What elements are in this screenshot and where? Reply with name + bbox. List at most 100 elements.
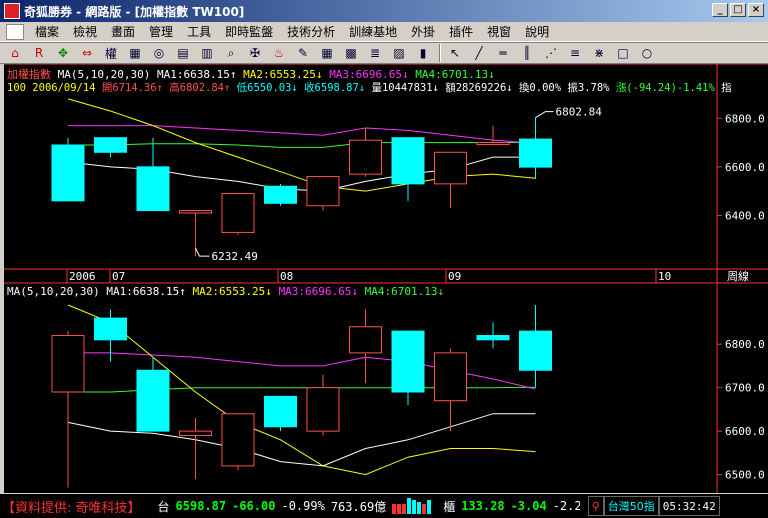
clock-time: 05:32:42 — [658, 496, 720, 516]
top-y-tick-label: 6600.0 — [725, 161, 765, 174]
chart-area[interactable]: 6800.0 6600.0 6400.0 6800.0 6700.0 6600.0 6500… — [4, 63, 768, 493]
status-bar: 【資料提供: 奇唯科技】 台 6598.87 -66.00 -0.99% 763… — [0, 494, 768, 518]
top-candle-body — [519, 138, 552, 168]
ma2-value: MA2:6553.25↓ — [192, 285, 272, 298]
list-icon[interactable]: ≣ — [364, 44, 386, 62]
menu-item-0[interactable]: 檔案 — [28, 23, 66, 40]
document-icon[interactable] — [6, 23, 24, 40]
bottom-y-tick-label: 6500.0 — [725, 469, 765, 482]
quote-period: 100 — [7, 82, 26, 94]
bottom-candle-body — [519, 330, 552, 371]
pen-icon[interactable]: ✎ — [292, 44, 314, 62]
minimize-button[interactable]: _ — [712, 3, 728, 17]
menu-item-4[interactable]: 工具 — [180, 23, 218, 40]
cards-icon[interactable]: ▥ — [196, 44, 218, 62]
tw50-label[interactable]: 台灣50指 — [603, 496, 659, 516]
top-y-tick-label: 6800.0 — [725, 112, 765, 125]
quote-header: 100 2006/09/14 開6714.36↑ 高6802.84↑ 低6550… — [7, 80, 732, 95]
bottom-candle-body — [51, 334, 85, 393]
quote-date: 2006/09/14 — [32, 82, 96, 94]
home-icon[interactable]: ⌂ — [4, 44, 26, 62]
alarm-icon[interactable]: ♨ — [268, 44, 290, 62]
trend-line-icon[interactable]: ╱ — [468, 44, 490, 62]
title-bar: 奇狐勝券 - 網路版 - [加權指數 TW100] _ □ × — [0, 0, 768, 22]
tools-icon[interactable]: ✠ — [244, 44, 266, 62]
binoculars-icon[interactable]: ◎ — [148, 44, 170, 62]
menu-item-11[interactable]: 說明 — [518, 23, 556, 40]
data-provider-label: 【資料提供: 奇唯科技】 — [2, 500, 141, 516]
tai-pct: -0.99% — [281, 499, 325, 513]
v-lines-icon[interactable]: ║ — [516, 44, 538, 62]
weight-icon[interactable]: 權 — [100, 44, 122, 62]
bottom-candle-body — [434, 352, 467, 402]
menu-item-5[interactable]: 即時監盤 — [218, 23, 280, 40]
menu-item-6[interactable]: 技術分析 — [280, 23, 342, 40]
window-title: 奇狐勝券 - 網路版 - [加權指數 TW100] — [24, 4, 245, 19]
bottom-indicator-header: MA(5,10,20,30) MA1:6638.15↑ MA2:6553.25↓… — [7, 285, 444, 298]
pattern-icon[interactable]: ▦ — [124, 44, 146, 62]
rsi-icon[interactable]: R — [28, 44, 50, 62]
menu-item-10[interactable]: 視窗 — [480, 23, 518, 40]
gann-icon[interactable]: ⋇ — [588, 44, 610, 62]
table-icon[interactable]: ▦ — [316, 44, 338, 62]
menu-item-8[interactable]: 外掛 — [404, 23, 442, 40]
bottom-candle-body — [306, 387, 340, 432]
quote-close: 收6598.87↓ — [304, 82, 366, 94]
quote-change: 漲(-94.24)-1.41% — [615, 82, 715, 94]
menu-item-7[interactable]: 訓練基地 — [342, 23, 404, 40]
toolbar-separator — [439, 44, 441, 62]
ma3-value: MA3:6696.65↓ — [278, 285, 359, 298]
low-label-leader — [195, 247, 210, 257]
pointer-icon[interactable]: ↖ — [444, 44, 466, 62]
bars-icon[interactable]: ▮ — [412, 44, 434, 62]
tai-change: -66.00 — [232, 499, 276, 513]
quote-low: 低6550.03↓ — [236, 82, 298, 94]
quote-high: 高6802.84↑ — [169, 82, 231, 94]
period-label: 周線 — [727, 269, 749, 283]
quote-amount: 額28269226↓ — [445, 82, 513, 94]
top-y-tick-label: 6400.0 — [725, 209, 765, 222]
bottom-y-tick-label: 6600.0 — [725, 425, 765, 438]
arrows-icon[interactable]: ⇔ — [76, 44, 98, 62]
network-icon: ⚲ — [587, 496, 604, 516]
quote-volume: 量10447831↓ — [371, 82, 439, 94]
top-candle-body — [434, 151, 467, 185]
menu-item-2[interactable]: 畫面 — [104, 23, 142, 40]
close-button[interactable]: × — [748, 3, 764, 17]
high-label-leader — [535, 111, 554, 119]
menu-item-1[interactable]: 檢視 — [66, 23, 104, 40]
chart-icon[interactable]: ▨ — [388, 44, 410, 62]
otc-label: 櫃 — [443, 499, 456, 514]
move-icon[interactable]: ✥ — [52, 44, 74, 62]
candlestick-chart[interactable]: 6800.0 6600.0 6400.0 6800.0 6700.0 6600.0 6500… — [4, 63, 768, 493]
rect-icon[interactable]: □ — [612, 44, 634, 62]
fan-icon[interactable]: ⋰ — [540, 44, 562, 62]
menu-item-3[interactable]: 管理 — [142, 23, 180, 40]
bottom-candle-body — [264, 395, 297, 428]
bottom-candle-body — [94, 317, 127, 341]
top-candle-body — [136, 166, 170, 212]
circle-icon[interactable]: ○ — [636, 44, 658, 62]
maximize-button[interactable]: □ — [730, 3, 746, 17]
menu-item-9[interactable]: 插件 — [442, 23, 480, 40]
top-candle-body — [391, 137, 425, 185]
grid-icon[interactable]: ▩ — [340, 44, 362, 62]
h-line-icon[interactable]: ═ — [492, 44, 514, 62]
date-label: 07 — [112, 270, 125, 283]
books-icon[interactable]: ▤ — [172, 44, 194, 62]
channel-icon[interactable]: ≡ — [564, 44, 586, 62]
bottom-candle-body — [179, 430, 212, 436]
date-label: 10 — [658, 270, 671, 283]
date-label: 08 — [280, 270, 293, 283]
high-price-label: 6802.84 — [556, 106, 603, 119]
bottom-y-tick-label: 6700.0 — [725, 382, 765, 395]
quote-amplitude: 振3.78% — [567, 82, 610, 94]
tai-label: 台 — [157, 499, 170, 514]
bottom-candle-body — [136, 369, 170, 432]
low-price-label: 6232.49 — [212, 250, 258, 263]
top-candle-body — [476, 142, 510, 146]
top-candle-body — [349, 139, 382, 175]
magnifier-icon[interactable]: ⌕ — [220, 44, 242, 62]
date-label: 2006 — [69, 270, 96, 283]
top-ma4-line — [68, 141, 536, 148]
